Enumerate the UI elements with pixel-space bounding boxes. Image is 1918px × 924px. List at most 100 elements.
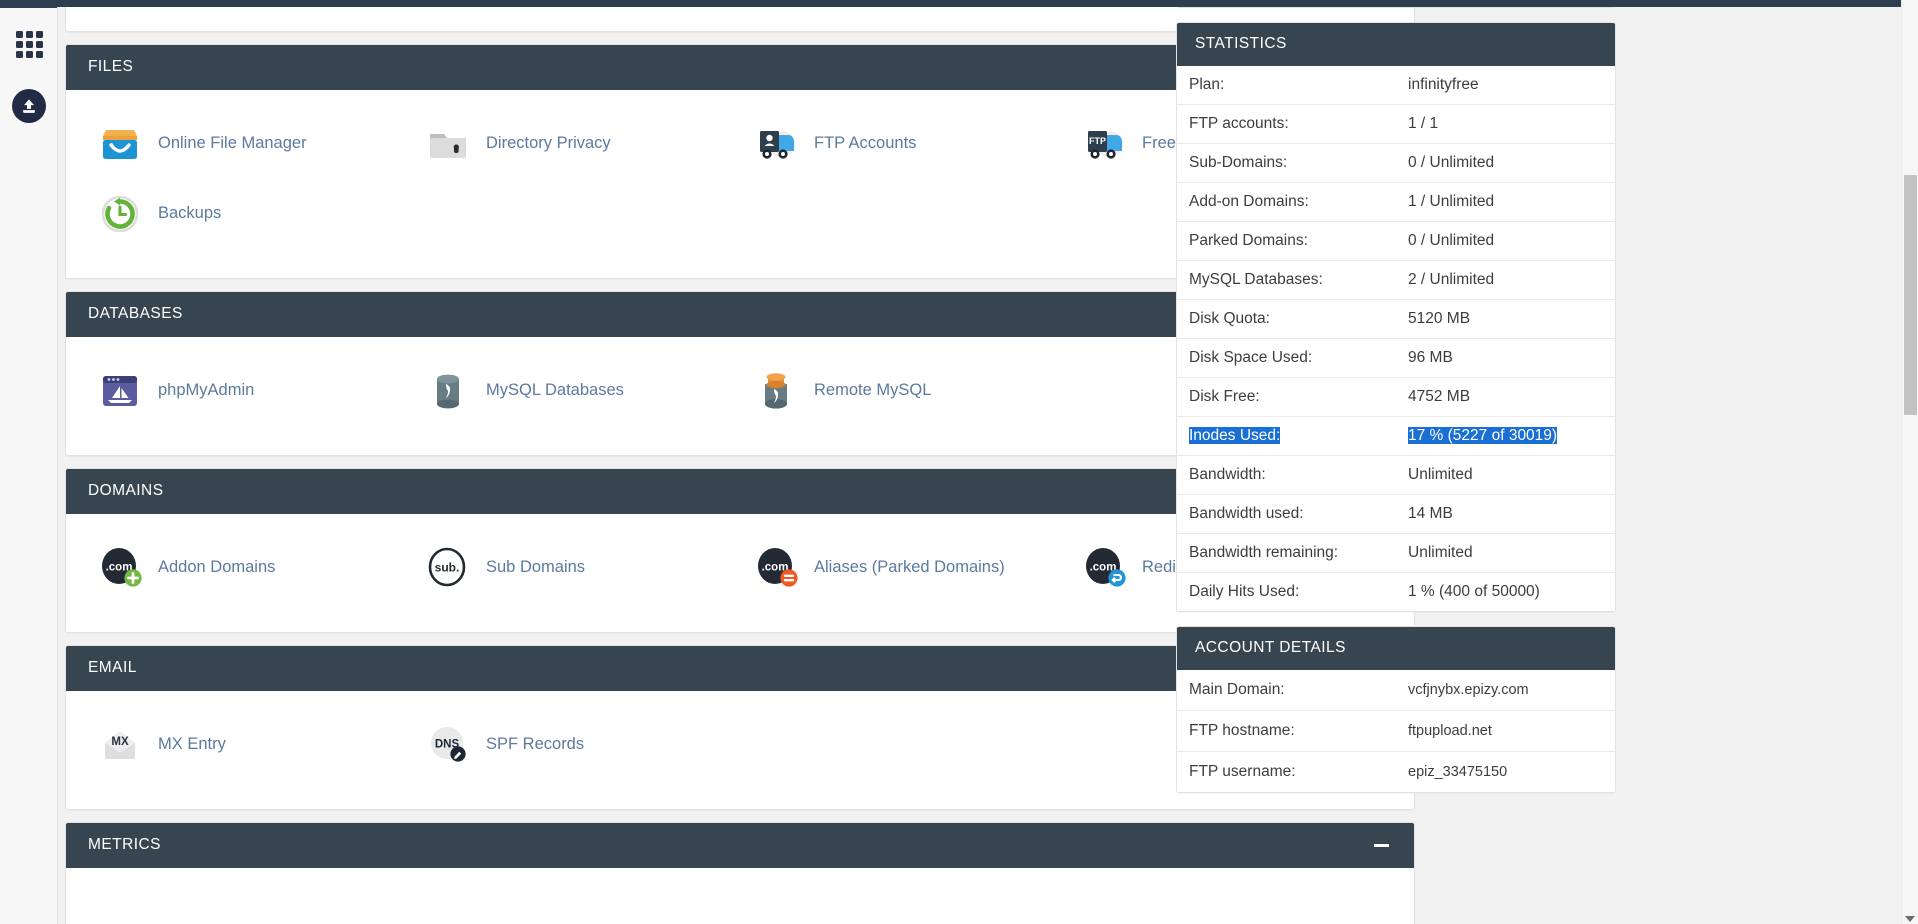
addon-domain-icon: .com	[94, 542, 146, 594]
cpanel-page: FILES Online File Manager Directory Priv…	[0, 0, 1918, 924]
table-row: Disk Space Used: 96 MB	[1177, 339, 1615, 378]
apps-grid-button[interactable]	[0, 16, 58, 72]
tile-label: Backups	[158, 204, 222, 223]
statistics-table: Plan: infinityfree FTP accounts: 1 / 1 Sub…	[1177, 66, 1615, 611]
tile-addon-domains[interactable]: .com Addon Domains	[84, 536, 412, 600]
tile-label: Aliases (Parked Domains)	[814, 558, 1005, 577]
tile-remote-mysql[interactable]: Remote MySQL	[740, 359, 1068, 423]
top-dark-strip	[0, 0, 1918, 7]
table-row: Plan: infinityfree	[1177, 66, 1615, 105]
svg-text:FTP: FTP	[1089, 136, 1106, 146]
statistics-header: STATISTICS	[1177, 23, 1615, 66]
acct-value: vcfjnybx.epizy.com	[1408, 682, 1529, 698]
tile-directory-privacy[interactable]: Directory Privacy	[412, 112, 740, 176]
table-row: Add-on Domains: 1 / Unlimited	[1177, 183, 1615, 222]
tile-label: Online File Manager	[158, 134, 307, 153]
table-row-selected[interactable]: Inodes Used: 17 % (5227 of 30019)	[1177, 417, 1615, 456]
section-panel-metrics: METRICS	[65, 822, 1415, 924]
tile-label: FTP Accounts	[814, 134, 917, 153]
stat-value: 1 / 1	[1408, 115, 1439, 132]
stat-value: 0 / Unlimited	[1408, 154, 1495, 171]
page-scrollbar[interactable]	[1901, 0, 1918, 924]
stat-key: Plan:	[1189, 76, 1225, 93]
scrollbar-thumb[interactable]	[1904, 175, 1917, 415]
section-title-email: EMAIL	[88, 659, 137, 676]
tile-label: SPF Records	[486, 735, 585, 754]
table-row: Parked Domains: 0 / Unlimited	[1177, 222, 1615, 261]
stat-key: Bandwidth used:	[1189, 505, 1304, 522]
sub-domain-icon: sub.	[422, 542, 474, 594]
table-row: Disk Quota: 5120 MB	[1177, 300, 1615, 339]
stat-key: Disk Quota:	[1189, 310, 1270, 327]
acct-value: epiz_33475150	[1408, 764, 1508, 780]
collapse-toggle-metrics[interactable]	[1370, 834, 1392, 856]
tile-sub-domains[interactable]: sub. Sub Domains	[412, 536, 740, 600]
ftp-accounts-truck-icon	[750, 118, 802, 170]
account-details-header: ACCOUNT DETAILS	[1177, 627, 1615, 670]
tile-phpmyadmin[interactable]: phpMyAdmin	[84, 359, 412, 423]
tile-mysql-databases[interactable]: MySQL Databases	[412, 359, 740, 423]
mysql-database-icon	[422, 365, 474, 417]
redirect-domain-icon: .com	[1078, 542, 1130, 594]
svg-text:MX: MX	[111, 736, 129, 748]
section-title-metrics: METRICS	[88, 836, 161, 853]
mx-entry-icon: MX	[94, 719, 146, 771]
account-details-table: Main Domain: vcfjnybx.epizy.com FTP hostn…	[1177, 670, 1615, 792]
table-row: FTP username: epiz_33475150	[1177, 752, 1615, 793]
table-row: Disk Free: 4752 MB	[1177, 378, 1615, 417]
table-row: Bandwidth remaining: Unlimited	[1177, 534, 1615, 573]
acct-key: FTP username:	[1189, 763, 1296, 780]
phpmyadmin-icon	[94, 365, 146, 417]
table-row: Main Domain: vcfjnybx.epizy.com	[1177, 670, 1615, 711]
tile-label: Remote MySQL	[814, 381, 932, 400]
section-title-databases: DATABASES	[88, 305, 183, 322]
grid-apps-icon	[15, 30, 43, 58]
content-scroll-area: FILES Online File Manager Directory Priv…	[58, 0, 1918, 924]
stat-value: 96 MB	[1408, 349, 1453, 366]
stat-key: Add-on Domains:	[1189, 193, 1309, 210]
section-title-domains: DOMAINS	[88, 482, 164, 499]
table-row: FTP accounts: 1 / 1	[1177, 105, 1615, 144]
table-row: FTP hostname: ftpupload.net	[1177, 711, 1615, 752]
alias-domain-icon: .com	[750, 542, 802, 594]
right-sidebar-column: STATISTICS Plan: infinityfree FTP account…	[1176, 0, 1616, 807]
stat-value: 1 / Unlimited	[1408, 193, 1495, 210]
stat-value: Unlimited	[1408, 466, 1473, 483]
acct-key: FTP hostname:	[1189, 722, 1295, 739]
stat-value: 0 / Unlimited	[1408, 232, 1495, 249]
upload-button[interactable]	[0, 78, 58, 134]
table-row: MySQL Databases: 2 / Unlimited	[1177, 261, 1615, 300]
tile-aliases-parked-domains[interactable]: .com Aliases (Parked Domains)	[740, 536, 1068, 600]
account-details-panel: ACCOUNT DETAILS Main Domain: vcfjnybx.epi…	[1176, 626, 1616, 793]
stat-key: Bandwidth:	[1189, 466, 1266, 483]
tile-backups[interactable]: Backups	[84, 182, 412, 246]
stat-key: Daily Hits Used:	[1189, 583, 1300, 600]
tile-label: Addon Domains	[158, 558, 276, 577]
section-header-metrics[interactable]: METRICS	[66, 823, 1414, 868]
file-manager-icon	[94, 118, 146, 170]
section-title-files: FILES	[88, 58, 134, 75]
stat-value: 4752 MB	[1408, 388, 1471, 405]
stat-value: 1 % (400 of 50000)	[1408, 583, 1540, 600]
stat-value: 14 MB	[1408, 505, 1453, 522]
stat-value: 2 / Unlimited	[1408, 271, 1495, 288]
svg-text:sub.: sub.	[435, 561, 460, 575]
table-row: Daily Hits Used: 1 % (400 of 50000)	[1177, 573, 1615, 612]
acct-value: ftpupload.net	[1408, 723, 1492, 739]
section-body-metrics	[66, 868, 1414, 924]
tile-label: Directory Privacy	[486, 134, 611, 153]
account-details-title: ACCOUNT DETAILS	[1195, 639, 1346, 656]
table-row: Bandwidth used: 14 MB	[1177, 495, 1615, 534]
tile-label: Sub Domains	[486, 558, 586, 577]
scrollbar-down-arrow-icon[interactable]	[1905, 916, 1915, 922]
stat-value: 5120 MB	[1408, 310, 1471, 327]
stat-key: Disk Free:	[1189, 388, 1260, 405]
upload-icon	[12, 89, 46, 123]
tile-label: MX Entry	[158, 735, 226, 754]
tile-mx-entry[interactable]: MX MX Entry	[84, 713, 412, 777]
table-row: Bandwidth: Unlimited	[1177, 456, 1615, 495]
tile-online-file-manager[interactable]: Online File Manager	[84, 112, 412, 176]
tile-ftp-accounts[interactable]: FTP Accounts	[740, 112, 1068, 176]
tile-spf-records[interactable]: DNS SPF Records	[412, 713, 740, 777]
stat-key-inodes: Inodes Used:	[1177, 417, 1396, 456]
